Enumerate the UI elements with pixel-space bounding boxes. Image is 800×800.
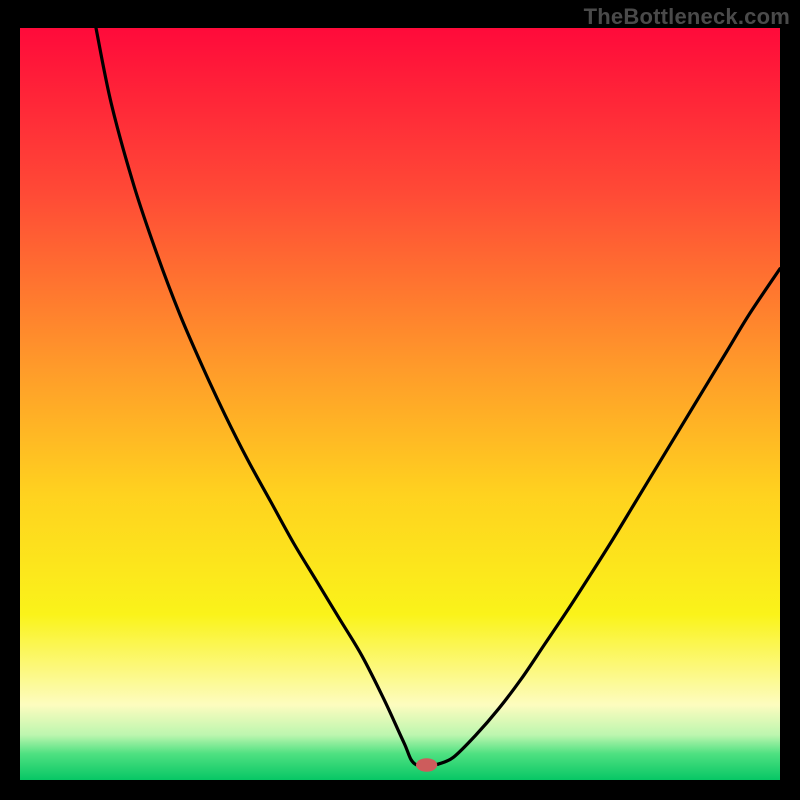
min-marker xyxy=(416,758,437,772)
plot-background xyxy=(20,28,780,780)
plot-frame xyxy=(20,28,780,780)
watermark-text: TheBottleneck.com xyxy=(584,4,790,30)
chart-stage: TheBottleneck.com xyxy=(0,0,800,800)
plot-svg xyxy=(20,28,780,780)
